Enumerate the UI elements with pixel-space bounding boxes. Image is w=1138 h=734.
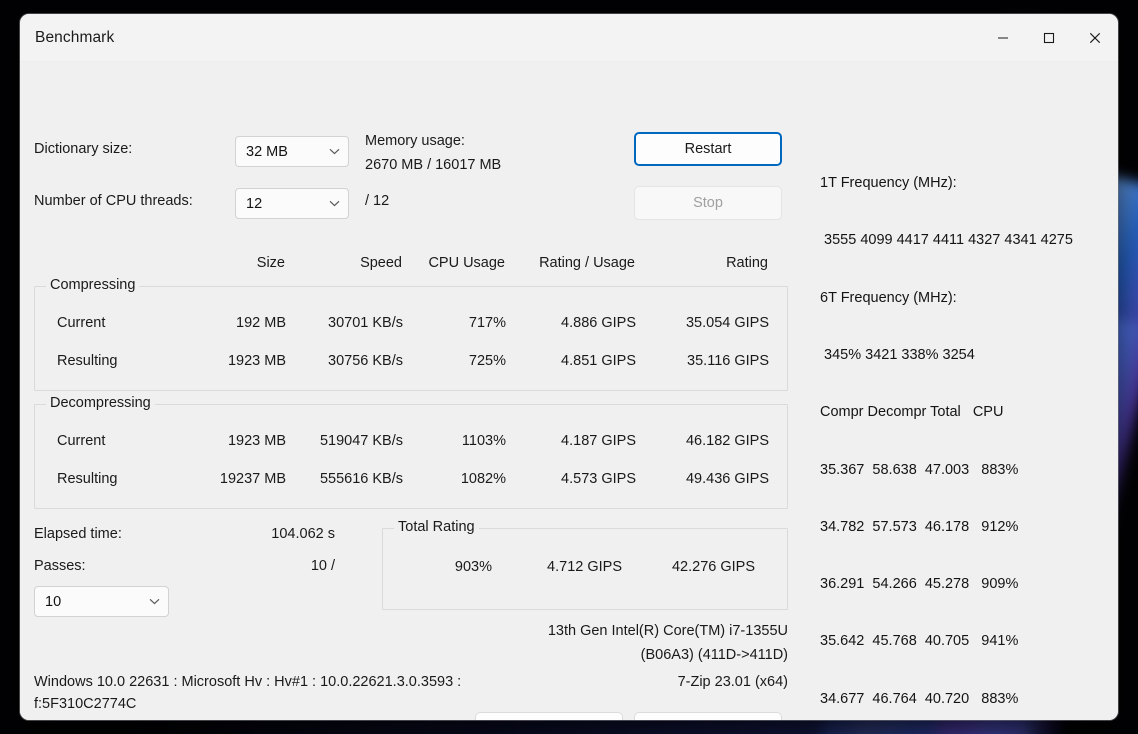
decompressing-group: Decompressing Current 1923 MB 519047 KB/… [34,395,788,509]
system-info-line-2: f:5F310C2774C [34,696,137,712]
log-row: 34.677 46.764 40.720 883% [820,690,1019,707]
total-rating-rating: 42.276 GIPS [671,559,755,575]
system-info-line-3: x64 6.BA03 cpus:12 128TB [34,718,211,720]
cancel-button[interactable]: Cancel [634,712,782,720]
total-rating-group: Total Rating 903% 4.712 GIPS 42.276 GIPS [382,519,788,610]
column-header-rating-usage: Rating / Usage [539,255,635,271]
column-header-speed: Speed [360,255,402,271]
table-cell-speed: 519047 KB/s [319,433,403,449]
table-cell-cpu-usage: 717% [468,315,506,331]
elapsed-time-value: 104.062 s [271,526,335,542]
table-cell-rating-usage: 4.573 GIPS [561,471,636,487]
log-row: 35.642 45.768 40.705 941% [820,633,1019,650]
column-header-size: Size [256,255,285,271]
restart-button[interactable]: Restart [634,132,782,166]
chevron-down-icon [329,146,340,158]
table-cell-size: 1923 MB [227,433,286,449]
table-row-label: Resulting [57,471,118,487]
cpu-threads-select[interactable]: 12 [235,188,349,219]
table-row-label: Resulting [57,353,118,369]
table-cell-cpu-usage: 725% [468,353,506,369]
cpu-threads-label: Number of CPU threads: [34,193,193,209]
stop-button[interactable]: Stop [634,186,782,220]
table-cell-rating: 46.182 GIPS [685,433,769,449]
table-cell-rating-usage: 4.851 GIPS [561,353,636,369]
table-cell-rating: 35.054 GIPS [685,315,769,331]
restart-button-label: Restart [684,141,732,157]
log-columns-header: Compr Decompr Total CPU [820,404,1004,421]
stop-button-label: Stop [693,195,723,211]
passes-select[interactable]: 10 [34,586,169,617]
freq-6t-label: 6T Frequency (MHz): [820,289,957,306]
memory-usage-label: Memory usage: [365,133,465,149]
compressing-title: Compressing [46,277,140,293]
cpu-threads-value: 12 [246,195,263,212]
freq-1t-values: 3555 4099 4417 4411 4327 4341 4275 [820,232,1073,249]
system-info-line-1: Windows 10.0 22631 : Microsoft Hv : Hv#1… [34,674,462,690]
table-cell-cpu-usage: 1082% [460,471,506,487]
frequency-log-panel: 1T Frequency (MHz): 3555 4099 4417 4411 … [820,136,1110,720]
table-row-label: Current [57,315,106,331]
dictionary-size-select[interactable]: 32 MB [235,136,349,167]
table-cell-size: 19237 MB [219,471,286,487]
chevron-down-icon [329,198,340,210]
table-cell-speed: 555616 KB/s [319,471,403,487]
window-title: Benchmark [35,28,115,46]
table-cell-size: 1923 MB [227,353,286,369]
maximize-icon[interactable] [1026,14,1072,61]
passes-select-value: 10 [45,593,62,610]
table-cell-speed: 30756 KB/s [328,353,403,369]
dictionary-size-label: Dictionary size: [34,141,133,157]
log-row: 34.782 57.573 46.178 912% [820,518,1019,535]
column-header-cpu-usage: CPU Usage [428,255,505,271]
table-cell-rating-usage: 4.187 GIPS [561,433,636,449]
cpu-name: 13th Gen Intel(R) Core(TM) i7-1355U [547,623,788,639]
cpu-ids: (B06A3) (411D->411D) [640,647,788,663]
freq-6t-values: 345% 3421 338% 3254 [820,347,975,364]
total-rating-rating-usage: 4.712 GIPS [547,559,622,575]
table-cell-cpu-usage: 1103% [461,433,506,449]
client-area: Dictionary size: 32 MB Memory usage: 267… [20,62,1118,720]
table-row-label: Current [57,433,106,449]
memory-usage-value: 2670 MB / 16017 MB [365,157,502,173]
decompressing-title: Decompressing [46,395,155,411]
minimize-icon[interactable] [980,14,1026,61]
passes-label: Passes: [34,558,86,574]
table-cell-rating: 35.116 GIPS [687,353,769,369]
log-row: 35.367 58.638 47.003 883% [820,461,1019,478]
total-rating-cpu-usage: 903% [454,559,492,575]
elapsed-time-label: Elapsed time: [34,526,122,542]
dictionary-size-value: 32 MB [246,143,288,160]
total-rating-title: Total Rating [394,519,479,535]
cpu-threads-total: / 12 [365,193,390,209]
log-row: 36.291 54.266 45.278 909% [820,576,1019,593]
table-cell-rating: 49.436 GIPS [685,471,769,487]
table-cell-speed: 30701 KB/s [328,315,403,331]
title-bar[interactable]: Benchmark [20,14,1118,62]
passes-value: 10 / [310,558,335,574]
compressing-group: Compressing Current 192 MB 30701 KB/s 71… [34,277,788,391]
column-header-rating: Rating [726,255,768,271]
freq-1t-label: 1T Frequency (MHz): [820,175,957,192]
help-button[interactable]: Help [475,712,623,720]
chevron-down-icon [149,596,160,608]
sevenzip-version: 7-Zip 23.01 (x64) [677,674,788,690]
table-cell-size: 192 MB [236,315,286,331]
benchmark-window: Benchmark Dictionary size: 32 MB Memory … [20,14,1118,720]
table-cell-rating-usage: 4.886 GIPS [561,315,636,331]
close-icon[interactable] [1072,14,1118,61]
